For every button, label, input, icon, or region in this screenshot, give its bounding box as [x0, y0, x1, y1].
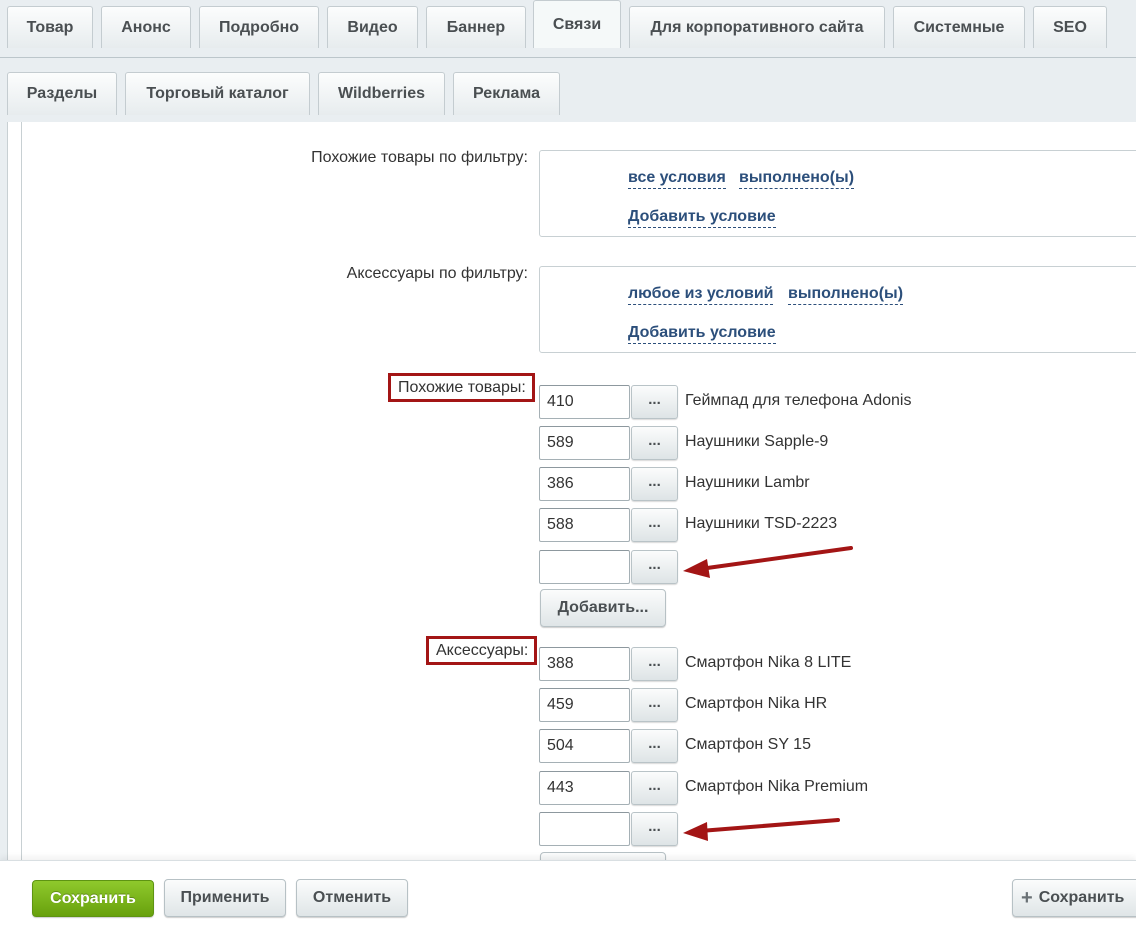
- similar-product-select-button[interactable]: ...: [631, 550, 678, 584]
- similar-product-id-input[interactable]: [539, 467, 630, 501]
- accessories-filter-label: Аксессуары по фильтру:: [346, 265, 528, 282]
- similar-product-id-input[interactable]: [539, 385, 630, 419]
- similar-filter-state-link[interactable]: выполнено(ы): [739, 168, 855, 189]
- accessory-name: Смартфон SY 15: [685, 736, 811, 753]
- accessory-name: Смартфон Nika HR: [685, 695, 828, 712]
- similar-product-select-button[interactable]: ...: [631, 426, 678, 460]
- similar-product-name: Наушники Sapple-9: [685, 433, 829, 450]
- subtab-sections[interactable]: Разделы: [7, 72, 117, 115]
- tab-seo[interactable]: SEO: [1033, 6, 1107, 48]
- subtab-wildberries[interactable]: Wildberries: [318, 72, 445, 115]
- accessory-name: Смартфон Nika 8 LITE: [685, 654, 852, 671]
- similar-product-name: Наушники Lambr: [685, 474, 810, 491]
- tab-announce[interactable]: Анонс: [101, 6, 191, 48]
- similar-products-label: Похожие товары:: [388, 373, 535, 402]
- similar-filter-mode-link[interactable]: все условия: [628, 168, 726, 189]
- accessories-filter-box: любое из условий выполнено(ы) Добавить у…: [539, 266, 1136, 353]
- similar-product-select-button[interactable]: ...: [631, 385, 678, 419]
- tab-system[interactable]: Системные: [893, 6, 1025, 48]
- accessory-id-input-empty[interactable]: [539, 812, 630, 846]
- accessories-filter-state-link[interactable]: выполнено(ы): [788, 284, 904, 305]
- similar-product-id-input-empty[interactable]: [539, 550, 630, 584]
- accessory-id-input[interactable]: [539, 729, 630, 763]
- tab-video[interactable]: Видео: [327, 6, 418, 48]
- similar-product-name: Наушники TSD-2223: [685, 515, 838, 532]
- tab-banner[interactable]: Баннер: [426, 6, 526, 48]
- similar-filter-add-condition-link[interactable]: Добавить условие: [628, 207, 776, 228]
- accessories-label: Аксессуары:: [426, 636, 538, 665]
- accessory-select-button[interactable]: ...: [631, 812, 678, 846]
- accessory-id-input[interactable]: [539, 688, 630, 722]
- main-tab-bar: Товар Анонс Подробно Видео Баннер Связи …: [0, 0, 1136, 57]
- accessory-select-button[interactable]: ...: [631, 647, 678, 681]
- add-similar-product-button[interactable]: Добавить...: [540, 589, 666, 627]
- accessory-select-button[interactable]: ...: [631, 688, 678, 722]
- add-accessory-button-partial[interactable]: [540, 852, 666, 860]
- subtab-trade-catalog[interactable]: Торговый каталог: [125, 72, 310, 115]
- accessory-select-button[interactable]: ...: [631, 771, 678, 805]
- similar-product-name: Геймпад для телефона Adonis: [685, 392, 912, 409]
- similar-filter-box: все условия выполнено(ы) Добавить услови…: [539, 150, 1136, 237]
- accessory-id-input[interactable]: [539, 647, 630, 681]
- similar-product-id-input[interactable]: [539, 508, 630, 542]
- plus-icon: +: [1021, 886, 1033, 909]
- sub-tab-bar: Разделы Торговый каталог Wildberries Рек…: [0, 57, 1136, 123]
- similar-product-select-button[interactable]: ...: [631, 467, 678, 501]
- accessories-filter-add-condition-link[interactable]: Добавить условие: [628, 323, 776, 344]
- subtab-advertising[interactable]: Реклама: [453, 72, 560, 115]
- save-and-add-label: Сохранить: [1038, 889, 1125, 906]
- accessory-id-input[interactable]: [539, 771, 630, 805]
- accessories-filter-mode-link[interactable]: любое из условий: [628, 284, 774, 305]
- tab-relations[interactable]: Связи: [533, 0, 621, 48]
- save-and-add-button[interactable]: + Сохранить: [1012, 879, 1136, 917]
- panel-inner-border: [21, 122, 22, 860]
- similar-product-id-input[interactable]: [539, 426, 630, 460]
- tab-product[interactable]: Товар: [7, 6, 93, 48]
- relations-form-panel: Похожие товары по фильтру: все условия в…: [7, 122, 1136, 860]
- accessory-name: Смартфон Nika Premium: [685, 778, 869, 795]
- form-footer: Сохранить Применить Отменить + Сохранить: [0, 860, 1136, 928]
- tab-details[interactable]: Подробно: [199, 6, 319, 48]
- save-button[interactable]: Сохранить: [32, 880, 154, 917]
- tab-corporate-site[interactable]: Для корпоративного сайта: [629, 6, 885, 48]
- cancel-button[interactable]: Отменить: [296, 879, 408, 917]
- apply-button[interactable]: Применить: [164, 879, 286, 917]
- similar-filter-label: Похожие товары по фильтру:: [311, 149, 528, 166]
- accessory-select-button[interactable]: ...: [631, 729, 678, 763]
- similar-product-select-button[interactable]: ...: [631, 508, 678, 542]
